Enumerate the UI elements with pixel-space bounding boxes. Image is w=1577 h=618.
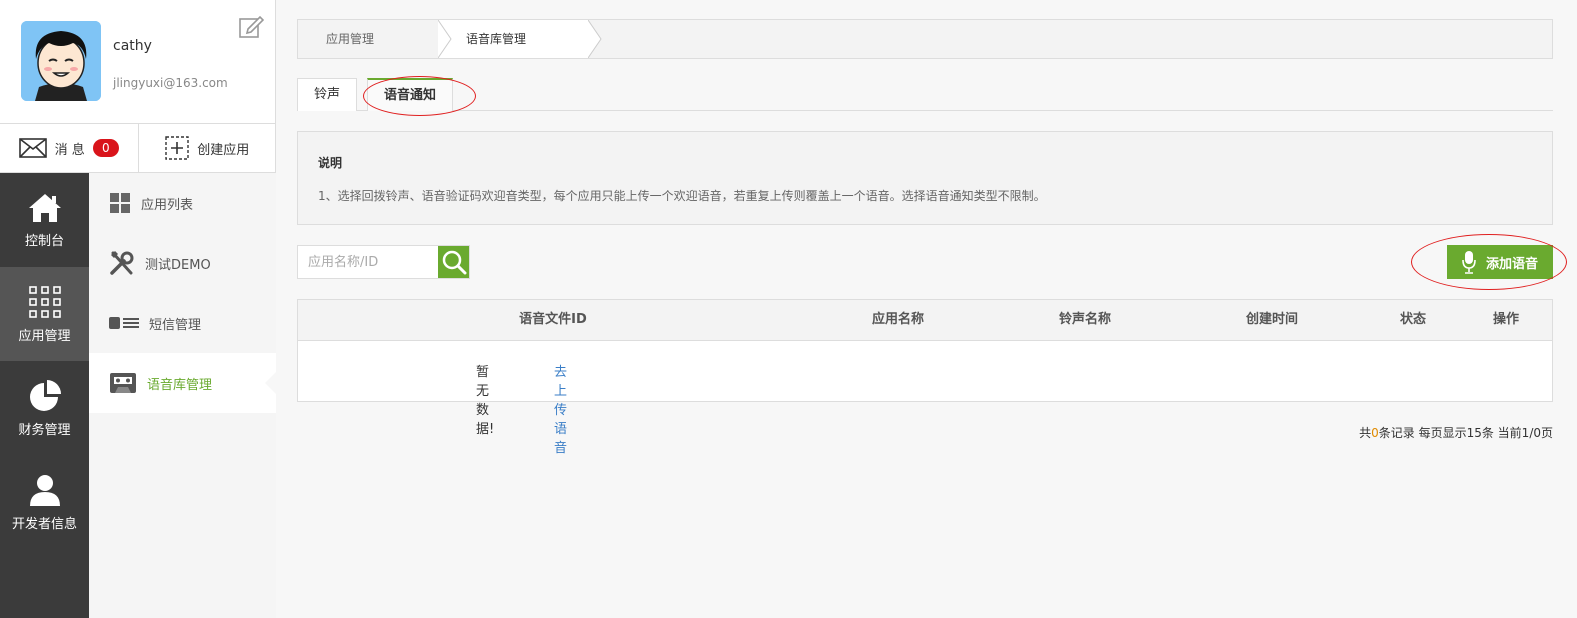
main-nav: 控制台 应用管理 财务管理 开发者信息 (0, 173, 89, 618)
pagination-info: 共0条记录 每页显示15条 当前1/0页 (1359, 424, 1553, 441)
voice-table: 语音文件ID 应用名称 铃声名称 创建时间 状态 操作 暂无数据! 去上传语音 (297, 299, 1553, 456)
avatar[interactable] (21, 21, 101, 101)
column-header-created-time: 创建时间 (1245, 312, 1298, 327)
main-nav-label: 开发者信息 (11, 516, 77, 532)
tab-bar: 铃声 语音通知 (297, 78, 463, 111)
add-voice-label: 添加语音 (1485, 256, 1538, 272)
edit-icon[interactable] (238, 14, 265, 40)
main-nav-item-app-management[interactable]: 应用管理 (0, 267, 89, 361)
quick-bar: 消 息 0 创建应用 (0, 124, 276, 173)
home-icon (28, 193, 61, 222)
profile-card: cathy jlingyuxi@163.com (0, 0, 276, 124)
user-email: jlingyuxi@163.com (113, 76, 228, 90)
username: cathy (113, 38, 152, 54)
notice-title: 说明 (318, 156, 343, 170)
search-box (297, 245, 470, 279)
column-header-status: 状态 (1399, 312, 1426, 327)
tab-voice-notification[interactable]: 语音通知 (367, 78, 454, 111)
sub-nav-item-sms[interactable]: 短信管理 (89, 293, 276, 353)
main-nav-item-finance[interactable]: 财务管理 (0, 361, 89, 455)
create-app-button[interactable]: 创建应用 (137, 124, 277, 172)
breadcrumb-separator-icon (438, 20, 452, 58)
list-icon (109, 317, 139, 329)
main-nav-item-developer-info[interactable]: 开发者信息 (0, 455, 89, 549)
cassette-icon (110, 373, 136, 393)
column-header-app-name: 应用名称 (871, 312, 924, 327)
main-nav-label: 控制台 (24, 233, 64, 249)
microphone-icon (1462, 251, 1476, 274)
messages-button[interactable]: 消 息 0 (0, 124, 138, 172)
apps-grid-icon (28, 285, 61, 318)
sub-nav-item-app-list[interactable]: 应用列表 (89, 173, 276, 233)
messages-label: 消 息 (54, 142, 85, 158)
sub-nav-label: 语音库管理 (147, 377, 213, 393)
notice-text: 1、选择回拨铃声、语音验证码欢迎音类型，每个应用只能上传一个欢迎语音，若重复上传… (318, 189, 1046, 203)
column-header-ringtone-name: 铃声名称 (1058, 312, 1111, 327)
main-nav-label: 财务管理 (18, 422, 71, 438)
pie-chart-icon (29, 379, 61, 411)
mail-icon (18, 138, 47, 158)
add-voice-button[interactable]: 添加语音 (1447, 245, 1553, 279)
search-button[interactable] (438, 246, 469, 278)
column-header-voice-file-id: 语音文件ID (519, 312, 587, 327)
breadcrumb-label: 应用管理 (326, 32, 375, 46)
breadcrumb-label: 语音库管理 (466, 32, 527, 46)
sub-nav-label: 测试DEMO (145, 257, 211, 273)
pager-prefix: 共 (1359, 426, 1372, 440)
table-header: 语音文件ID 应用名称 铃声名称 创建时间 状态 操作 (298, 300, 1552, 341)
avatar-cartoon-icon (21, 21, 101, 101)
tools-icon (110, 251, 134, 275)
sub-nav-label: 应用列表 (141, 197, 194, 213)
pager-record-count: 0 (1371, 426, 1379, 440)
main-nav-item-dashboard[interactable]: 控制台 (0, 173, 89, 267)
tab-ringtone[interactable]: 铃声 (297, 78, 358, 111)
tabs-divider (297, 110, 1553, 111)
add-box-icon (165, 136, 189, 160)
breadcrumb-item-voice-library: 语音库管理 (438, 20, 602, 58)
main-nav-label: 应用管理 (18, 328, 71, 344)
column-header-actions: 操作 (1492, 312, 1519, 327)
left-panel: cathy jlingyuxi@163.com 消 息 0 创建应用 控制台 应… (0, 0, 277, 618)
message-count-badge: 0 (92, 139, 119, 157)
search-icon (442, 250, 466, 275)
breadcrumb-item-app-management[interactable]: 应用管理 (298, 20, 452, 58)
grid-icon (110, 193, 130, 213)
upload-voice-link[interactable]: 去上传语音 (554, 361, 567, 456)
notice-box: 说明 1、选择回拨铃声、语音验证码欢迎音类型，每个应用只能上传一个欢迎语音，若重… (297, 131, 1553, 225)
sub-nav: 应用列表 测试DEMO 短信管理 语音库管理 (89, 173, 277, 413)
sub-nav-item-test-demo[interactable]: 测试DEMO (89, 233, 276, 293)
user-icon (29, 474, 60, 506)
create-app-label: 创建应用 (197, 142, 250, 158)
breadcrumb-separator-icon (588, 20, 602, 58)
empty-state-text: 暂无数据! (476, 365, 495, 437)
sub-nav-label: 短信管理 (149, 317, 202, 333)
pager-suffix: 条记录 每页显示15条 当前1/0页 (1378, 426, 1553, 440)
sub-nav-item-voice-library[interactable]: 语音库管理 (89, 353, 277, 413)
search-input[interactable] (298, 246, 438, 278)
breadcrumb: 应用管理 语音库管理 (297, 19, 1553, 59)
